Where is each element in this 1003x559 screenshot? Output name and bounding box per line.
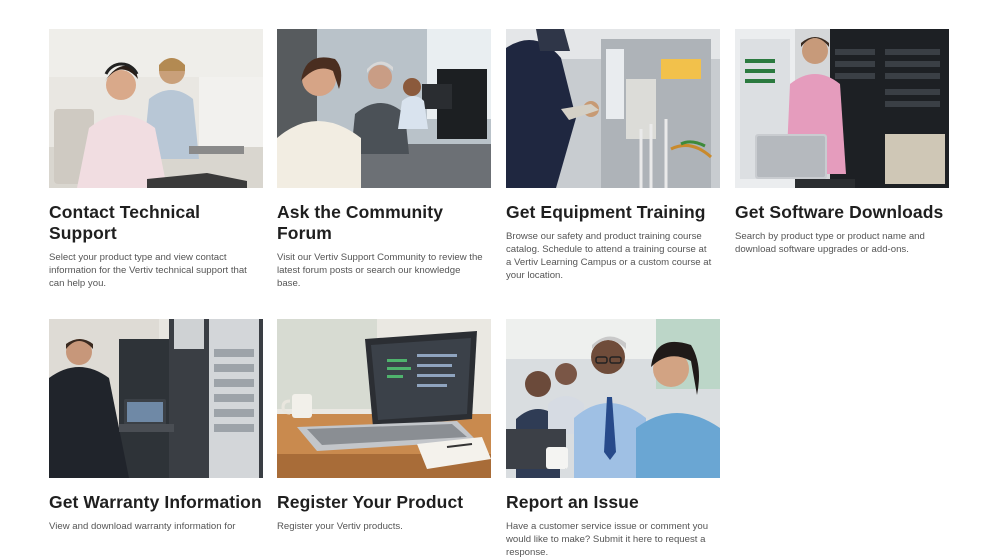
technician-datacenter-photo[interactable] — [49, 319, 263, 478]
card-register-your-product[interactable]: Register Your Product Register your Vert… — [277, 319, 491, 533]
card-report-an-issue[interactable]: Report an Issue Have a customer service … — [506, 319, 720, 559]
technician-wiring-photo[interactable] — [506, 29, 720, 188]
card-title[interactable]: Ask the Community Forum — [277, 202, 491, 244]
engineer-server-rack-image — [735, 29, 949, 188]
card-description: Select your product type and view contac… — [49, 252, 247, 289]
technician-wiring-image — [506, 29, 720, 188]
card-get-equipment-training[interactable]: Get Equipment Training Browse our safety… — [506, 29, 720, 282]
card-title[interactable]: Get Equipment Training — [506, 202, 720, 223]
office-workers-photo[interactable] — [277, 29, 491, 188]
engineer-server-rack-photo[interactable] — [735, 29, 949, 188]
team-at-laptop-photo[interactable] — [506, 319, 720, 478]
card-get-warranty-information[interactable]: Get Warranty Information View and downlo… — [49, 319, 263, 533]
card-description: Browse our safety and product training c… — [506, 231, 712, 281]
card-title[interactable]: Get Software Downloads — [735, 202, 949, 223]
card-description: Have a customer service issue or comment… — [506, 521, 709, 558]
support-agents-photo[interactable] — [49, 29, 263, 188]
card-ask-community-forum[interactable]: Ask the Community Forum Visit our Vertiv… — [277, 29, 491, 290]
card-title[interactable]: Register Your Product — [277, 492, 491, 513]
office-workers-image — [277, 29, 491, 188]
card-title[interactable]: Contact Technical Support — [49, 202, 263, 244]
card-contact-technical-support[interactable]: Contact Technical Support Select your pr… — [49, 29, 263, 290]
laptop-on-desk-image — [277, 319, 491, 478]
card-description: Search by product type or product name a… — [735, 231, 925, 255]
support-agents-image — [49, 29, 263, 188]
card-title[interactable]: Get Warranty Information — [49, 492, 263, 513]
card-title[interactable]: Report an Issue — [506, 492, 720, 513]
card-description: Register your Vertiv products. — [277, 521, 403, 532]
support-options-grid: Contact Technical Support Select your pr… — [0, 0, 1003, 558]
laptop-on-desk-photo[interactable] — [277, 319, 491, 478]
card-description: View and download warranty information f… — [49, 521, 236, 532]
team-at-laptop-image — [506, 319, 720, 478]
card-description: Visit our Vertiv Support Community to re… — [277, 252, 483, 289]
card-get-software-downloads[interactable]: Get Software Downloads Search by product… — [735, 29, 949, 256]
technician-datacenter-image — [49, 319, 263, 478]
